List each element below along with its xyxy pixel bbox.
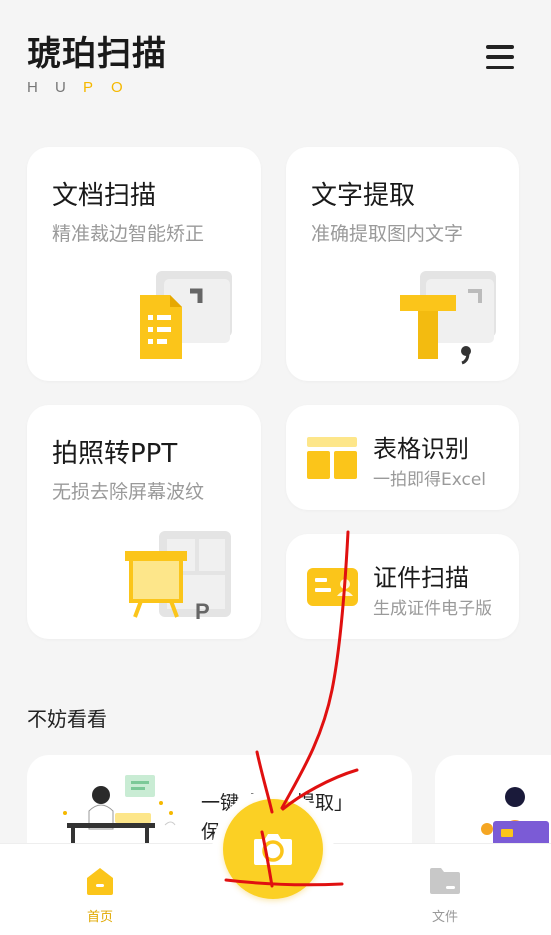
text-extract-subtitle: 准确提取图内文字 xyxy=(311,223,464,245)
ppt-subtitle: 无损去除屏幕波纹 xyxy=(52,481,205,503)
app-header: 琥珀扫描 H U P O xyxy=(27,26,167,96)
table-title: 表格识别 xyxy=(373,435,469,463)
sub-letter-h: H xyxy=(27,79,38,96)
tab-home[interactable]: 首页 xyxy=(70,866,130,925)
camera-icon xyxy=(254,834,292,865)
tab-home-label: 首页 xyxy=(86,910,113,925)
sub-letter-u: U xyxy=(55,79,66,96)
id-scan-subtitle: 生成证件电子版 xyxy=(373,599,492,619)
id-scan-title: 证件扫描 xyxy=(373,564,469,592)
table-subtitle: 一拍即得Excel xyxy=(373,470,487,490)
photo-to-ppt-card[interactable]: 拍照转PPT 无损去除屏幕波纹 P xyxy=(27,405,261,639)
tab-files-label: 文件 xyxy=(431,910,458,925)
id-scan-card[interactable]: 证件扫描 生成证件电子版 xyxy=(286,534,519,639)
presentation-board-icon: P xyxy=(125,531,231,624)
ppt-title: 拍照转PPT xyxy=(52,439,178,469)
app-title: 琥珀扫描 xyxy=(27,34,167,74)
svg-text:P: P xyxy=(195,599,210,624)
tab-files[interactable]: 文件 xyxy=(415,866,475,925)
sub-letter-o: O xyxy=(111,79,123,96)
hamburger-menu-icon[interactable] xyxy=(486,45,514,69)
id-card-icon xyxy=(307,568,358,606)
doc-scan-title: 文档扫描 xyxy=(52,181,157,211)
table-grid-icon xyxy=(307,437,357,479)
home-icon xyxy=(87,868,113,895)
text-t-icon xyxy=(400,271,496,365)
table-recognition-card[interactable]: 表格识别 一拍即得Excel xyxy=(286,405,519,510)
section-title: 不妨看看 xyxy=(27,707,107,731)
camera-button[interactable] xyxy=(223,799,323,899)
doc-scan-card[interactable]: 文档扫描 精准裁边智能矫正 xyxy=(27,147,261,381)
text-extract-card[interactable]: 文字提取 准确提取图内文字 xyxy=(286,147,519,381)
document-icon xyxy=(140,271,232,359)
sub-letter-p: P xyxy=(83,79,94,96)
folder-icon xyxy=(430,868,460,894)
text-extract-title: 文字提取 xyxy=(311,181,416,211)
doc-scan-subtitle: 精准裁边智能矫正 xyxy=(52,223,205,245)
app-subtitle-letters: H U P O xyxy=(27,79,167,96)
